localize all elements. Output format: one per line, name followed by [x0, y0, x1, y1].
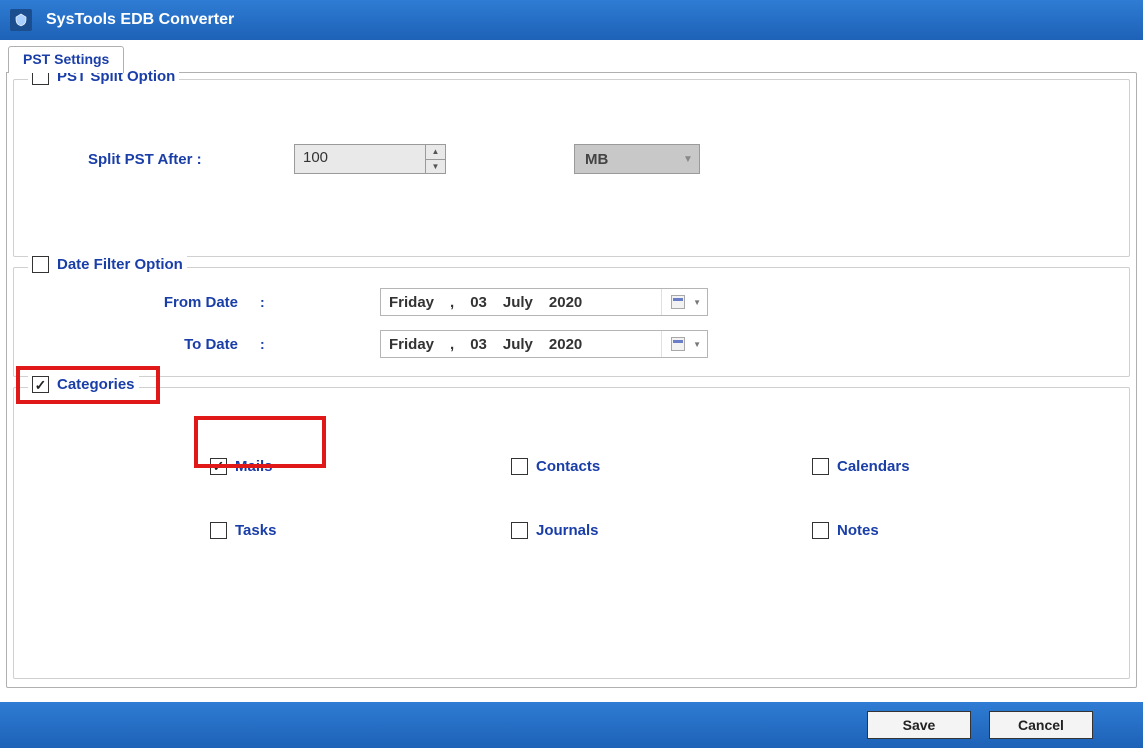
split-after-value: 100 — [295, 145, 425, 173]
spinner[interactable]: ▲ ▼ — [425, 145, 445, 173]
category-mails: Mails — [210, 434, 511, 498]
checkbox-calendars[interactable] — [812, 458, 829, 475]
legend-date-filter: Date Filter Option — [28, 256, 187, 273]
chevron-down-icon: ▼ — [677, 154, 699, 165]
to-date-value: Friday , 03 July 2020 — [381, 336, 661, 353]
label-from-date: From Date — [120, 294, 260, 311]
label-contacts: Contacts — [536, 458, 600, 475]
cancel-button[interactable]: Cancel — [989, 711, 1093, 739]
to-date-picker[interactable]: Friday , 03 July 2020 ▼ — [380, 330, 708, 358]
from-date-value: Friday , 03 July 2020 — [381, 294, 661, 311]
checkbox-notes[interactable] — [812, 522, 829, 539]
tabpanel-pst-settings: PST Split Option Split PST After : 100 ▲… — [6, 72, 1137, 688]
colon1: : — [260, 294, 280, 310]
row-from-date: From Date : Friday , 03 July 2020 ▼ — [30, 288, 1113, 316]
spinner-down-icon[interactable]: ▼ — [426, 160, 445, 174]
category-contacts: Contacts — [511, 434, 812, 498]
row-to-date: To Date : Friday , 03 July 2020 ▼ — [30, 330, 1113, 358]
group-pst-split: PST Split Option Split PST After : 100 ▲… — [13, 79, 1130, 257]
client-area: PST Settings PST Split Option Split PST … — [0, 40, 1143, 702]
legend-label-categories: Categories — [57, 376, 135, 393]
legend-categories: Categories — [28, 376, 139, 393]
checkbox-tasks[interactable] — [210, 522, 227, 539]
categories-grid: Mails Contacts Calendars Tasks Journals — [30, 408, 1113, 562]
save-button[interactable]: Save — [867, 711, 971, 739]
split-unit-select[interactable]: MB ▼ — [574, 144, 700, 174]
checkbox-contacts[interactable] — [511, 458, 528, 475]
checkbox-mails[interactable] — [210, 458, 227, 475]
window-titlebar: SysTools EDB Converter — [0, 0, 1143, 40]
label-calendars: Calendars — [837, 458, 910, 475]
tab-pst-settings[interactable]: PST Settings — [8, 46, 124, 73]
button-bar: Save Cancel — [0, 702, 1143, 748]
checkbox-journals[interactable] — [511, 522, 528, 539]
spinner-up-icon[interactable]: ▲ — [426, 145, 445, 160]
group-date-filter: Date Filter Option From Date : Friday , … — [13, 267, 1130, 377]
label-journals: Journals — [536, 522, 599, 539]
label-mails: Mails — [235, 458, 273, 475]
colon2: : — [260, 336, 280, 352]
label-to-date: To Date — [120, 336, 260, 353]
app-icon — [10, 9, 32, 31]
group-categories: Categories Mails Contacts Calendars — [13, 387, 1130, 679]
category-notes: Notes — [812, 498, 1113, 562]
chevron-down-icon[interactable]: ▼ — [693, 298, 707, 307]
checkbox-categories[interactable] — [32, 376, 49, 393]
legend-label-date-filter: Date Filter Option — [57, 256, 183, 273]
window-title: SysTools EDB Converter — [46, 11, 234, 29]
split-after-input[interactable]: 100 ▲ ▼ — [294, 144, 446, 174]
category-tasks: Tasks — [210, 498, 511, 562]
label-split-after: Split PST After : — [88, 151, 294, 168]
from-date-picker[interactable]: Friday , 03 July 2020 ▼ — [380, 288, 708, 316]
category-journals: Journals — [511, 498, 812, 562]
label-tasks: Tasks — [235, 522, 276, 539]
calendar-icon[interactable] — [661, 289, 693, 315]
category-calendars: Calendars — [812, 434, 1113, 498]
label-notes: Notes — [837, 522, 879, 539]
calendar-icon[interactable] — [661, 331, 693, 357]
chevron-down-icon[interactable]: ▼ — [693, 340, 707, 349]
checkbox-date-filter[interactable] — [32, 256, 49, 273]
split-unit-value: MB — [575, 151, 677, 168]
